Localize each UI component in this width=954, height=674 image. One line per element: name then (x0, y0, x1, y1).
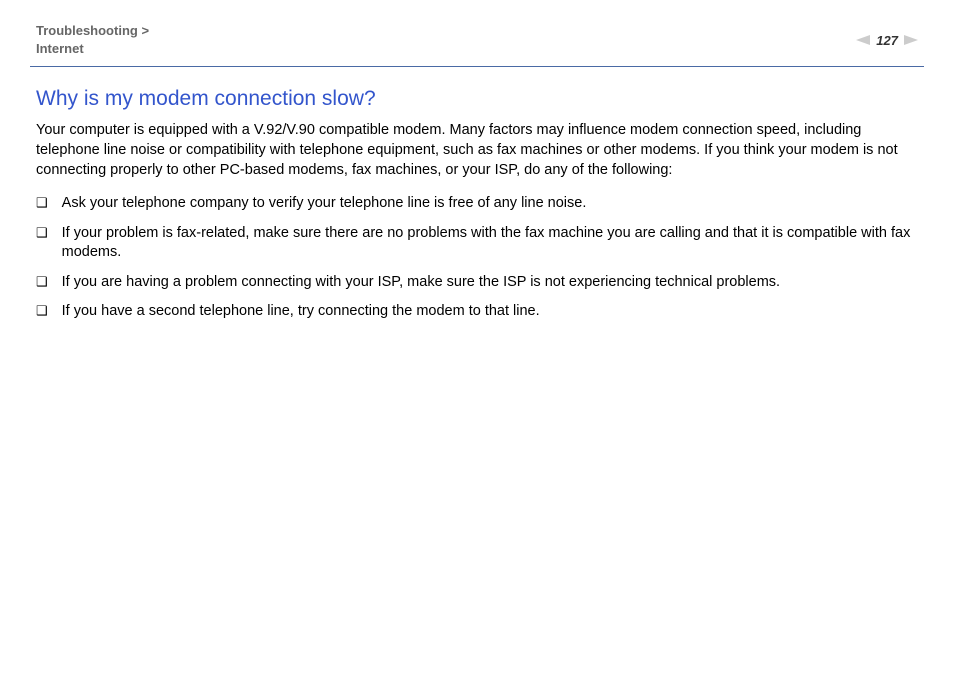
bullet-icon: ❑ (36, 224, 48, 242)
list-item-text: If your problem is fax-related, make sur… (62, 224, 918, 263)
breadcrumb-subsection: Internet (36, 41, 84, 56)
breadcrumb-section: Troubleshooting (36, 23, 138, 38)
list-item: ❑ Ask your telephone company to verify y… (36, 194, 918, 214)
troubleshooting-list: ❑ Ask your telephone company to verify y… (36, 194, 918, 322)
bullet-icon: ❑ (36, 194, 48, 212)
list-item-text: If you have a second telephone line, try… (62, 302, 918, 322)
list-item: ❑ If you have a second telephone line, t… (36, 302, 918, 322)
breadcrumb-separator: > (141, 23, 149, 38)
main-content: Why is my modem connection slow? Your co… (0, 67, 954, 322)
page-title: Why is my modem connection slow? (36, 87, 918, 111)
bullet-icon: ❑ (36, 273, 48, 291)
list-item: ❑ If your problem is fax-related, make s… (36, 224, 918, 263)
breadcrumb: Troubleshooting > Internet (36, 22, 149, 58)
page-number: 127 (874, 33, 900, 48)
intro-paragraph: Your computer is equipped with a V.92/V.… (36, 121, 918, 180)
list-item-text: Ask your telephone company to verify you… (62, 194, 918, 214)
list-item-text: If you are having a problem connecting w… (62, 273, 918, 293)
page-navigation: 127 (856, 32, 918, 48)
list-item: ❑ If you are having a problem connecting… (36, 273, 918, 293)
bullet-icon: ❑ (36, 302, 48, 320)
page-header: Troubleshooting > Internet 127 (0, 0, 954, 66)
prev-page-icon[interactable] (856, 32, 870, 48)
next-page-icon[interactable] (904, 32, 918, 48)
